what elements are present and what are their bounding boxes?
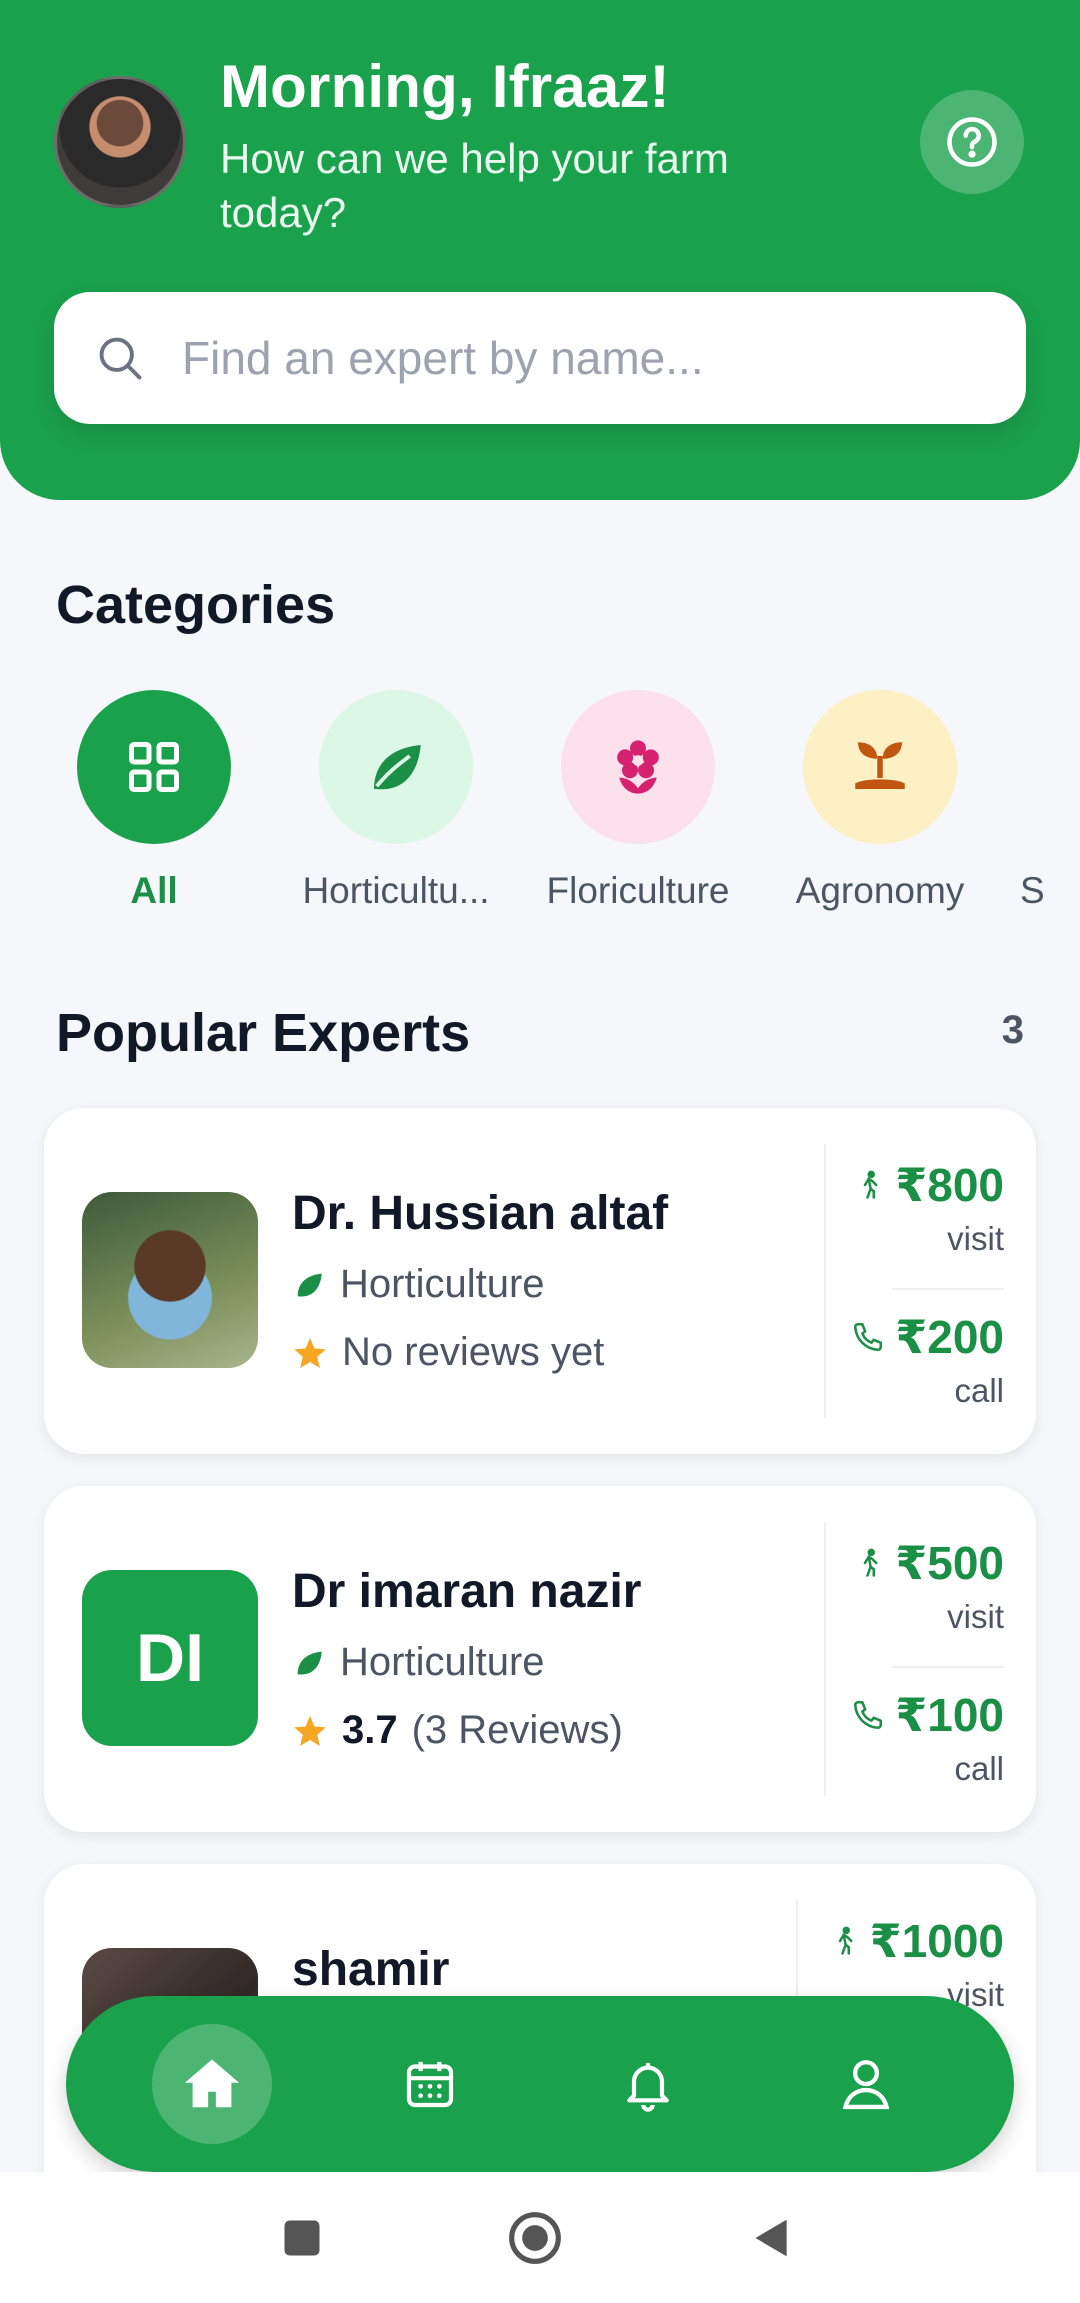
visit-price-value: ₹1000	[869, 1915, 1004, 1967]
category-floriculture-circle	[561, 690, 715, 844]
category-agronomy-circle	[803, 690, 957, 844]
nav-home[interactable]	[152, 2024, 272, 2144]
nav-profile[interactable]	[806, 2024, 926, 2144]
category-label: Agronomy	[795, 870, 965, 911]
sprout-icon	[855, 742, 905, 789]
expert-name: Dr imaran nazir	[292, 1565, 642, 1618]
flower-icon	[617, 740, 659, 794]
category-label: S	[1020, 870, 1045, 911]
system-navigation-bar	[0, 2172, 1080, 2303]
square-icon	[284, 2220, 320, 2256]
popular-experts-title: Popular Experts	[56, 1003, 471, 1063]
expert-rating: 3.7 (3 Reviews)	[292, 1708, 623, 1753]
call-label: call	[954, 1750, 1004, 1787]
home-icon	[184, 2059, 240, 2108]
visit-price: ₹1000	[830, 1914, 1004, 1968]
category-label: All	[130, 870, 178, 911]
category-all[interactable]: All	[54, 690, 254, 912]
rating-text: No reviews yet	[342, 1330, 605, 1374]
visit-price: ₹500	[855, 1536, 1004, 1590]
greeting-subtitle: How can we help your farm today?	[220, 135, 729, 236]
visit-price-value: ₹800	[895, 1159, 1004, 1211]
expert-card[interactable]: Dr. Hussian altaf Horticulture No review…	[44, 1108, 1036, 1454]
call-price-value: ₹200	[895, 1311, 1004, 1363]
walking-icon	[838, 1926, 853, 1955]
nav-notifications[interactable]	[588, 2024, 708, 2144]
expert-name: shamir	[292, 1943, 450, 1996]
price-divider	[892, 1666, 1004, 1668]
expert-category-label: Horticulture	[340, 1262, 545, 1306]
expert-category-label: Horticulture	[340, 1640, 545, 1684]
phone-icon	[854, 1322, 883, 1352]
leaf-icon	[297, 1651, 322, 1674]
price-divider	[892, 1288, 1004, 1290]
category-label: Horticultu...	[302, 870, 490, 911]
expert-category: Horticulture	[292, 1262, 545, 1307]
leaf-icon	[297, 1273, 322, 1296]
search-input[interactable]	[182, 328, 982, 388]
search-bar[interactable]	[54, 292, 1026, 424]
rating-score: 3.7	[342, 1708, 398, 1752]
category-partial[interactable]: S	[1020, 690, 1080, 912]
expert-card[interactable]: DI Dr imaran nazir Horticulture 3.7 (3 R…	[44, 1486, 1036, 1832]
category-all-circle	[77, 690, 231, 844]
greeting-title: Morning, Ifraaz!	[220, 53, 670, 120]
walking-icon	[863, 1548, 878, 1577]
star-icon	[294, 1715, 326, 1746]
category-agronomy[interactable]: Agronomy	[780, 690, 980, 912]
user-icon	[842, 2060, 890, 2110]
categories-title: Categories	[56, 575, 336, 635]
back-triangle-icon	[755, 2219, 787, 2257]
category-horticulture[interactable]: Horticultu...	[296, 690, 496, 912]
price-column: ₹500 visit ₹100 call	[824, 1522, 1004, 1796]
expert-category: Horticulture	[292, 1640, 545, 1685]
experts-count: 3	[1001, 1008, 1024, 1052]
header: Morning, Ifraaz! How can we help your fa…	[0, 0, 1080, 500]
bottom-navigation	[66, 1996, 1014, 2172]
recents-button[interactable]	[272, 2208, 332, 2268]
expert-rating: No reviews yet	[292, 1330, 604, 1375]
leaf-icon	[374, 745, 421, 790]
call-price-value: ₹100	[895, 1689, 1004, 1741]
bell-icon	[627, 2063, 669, 2112]
category-label: Floriculture	[546, 870, 730, 911]
visit-price: ₹800	[855, 1158, 1004, 1212]
home-button[interactable]	[505, 2208, 565, 2268]
call-label: call	[954, 1372, 1004, 1409]
category-horticulture-circle	[319, 690, 473, 844]
calendar-icon	[406, 2061, 454, 2108]
price-column: ₹800 visit ₹200 call	[824, 1144, 1004, 1418]
rating-reviews: (3 Reviews)	[411, 1708, 623, 1752]
walking-icon	[863, 1170, 878, 1199]
phone-icon	[854, 1700, 883, 1730]
user-avatar[interactable]	[54, 76, 186, 208]
back-button[interactable]	[742, 2208, 802, 2268]
call-price: ₹100	[851, 1688, 1004, 1742]
grid-icon	[129, 742, 179, 792]
category-floriculture[interactable]: Floriculture	[538, 690, 738, 912]
visit-label: visit	[947, 1220, 1004, 1257]
visit-label: visit	[947, 1598, 1004, 1635]
expert-initials-avatar: DI	[82, 1570, 258, 1746]
visit-price-value: ₹500	[895, 1537, 1004, 1589]
help-icon	[947, 117, 997, 167]
call-price: ₹200	[851, 1310, 1004, 1364]
help-button[interactable]	[920, 90, 1024, 194]
star-icon	[294, 1337, 326, 1368]
search-icon	[99, 337, 142, 380]
circle-icon	[509, 2212, 561, 2264]
expert-photo	[82, 1192, 258, 1368]
expert-name: Dr. Hussian altaf	[292, 1187, 669, 1240]
nav-calendar[interactable]	[370, 2024, 490, 2144]
